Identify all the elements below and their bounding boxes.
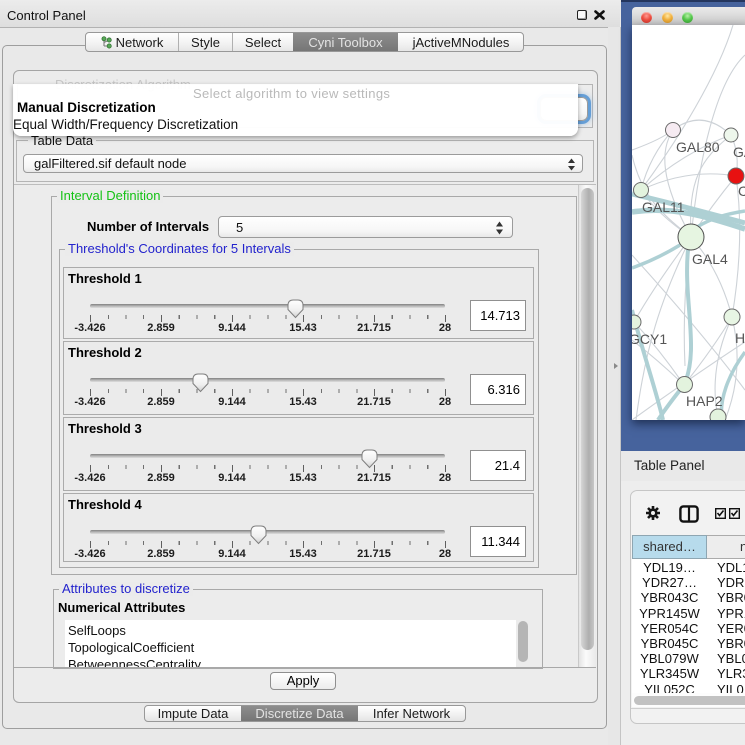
svg-text:GAL4: GAL4 (692, 251, 728, 267)
svg-text:GCY1: GCY1 (632, 331, 667, 347)
svg-text:CR: CR (738, 183, 745, 199)
svg-text:HI: HI (735, 330, 745, 346)
svg-text:HAP2: HAP2 (686, 393, 723, 409)
svg-text:GAL11: GAL11 (642, 199, 685, 215)
svg-text:GAL80: GAL80 (676, 139, 720, 155)
svg-text:GA: GA (733, 144, 745, 160)
